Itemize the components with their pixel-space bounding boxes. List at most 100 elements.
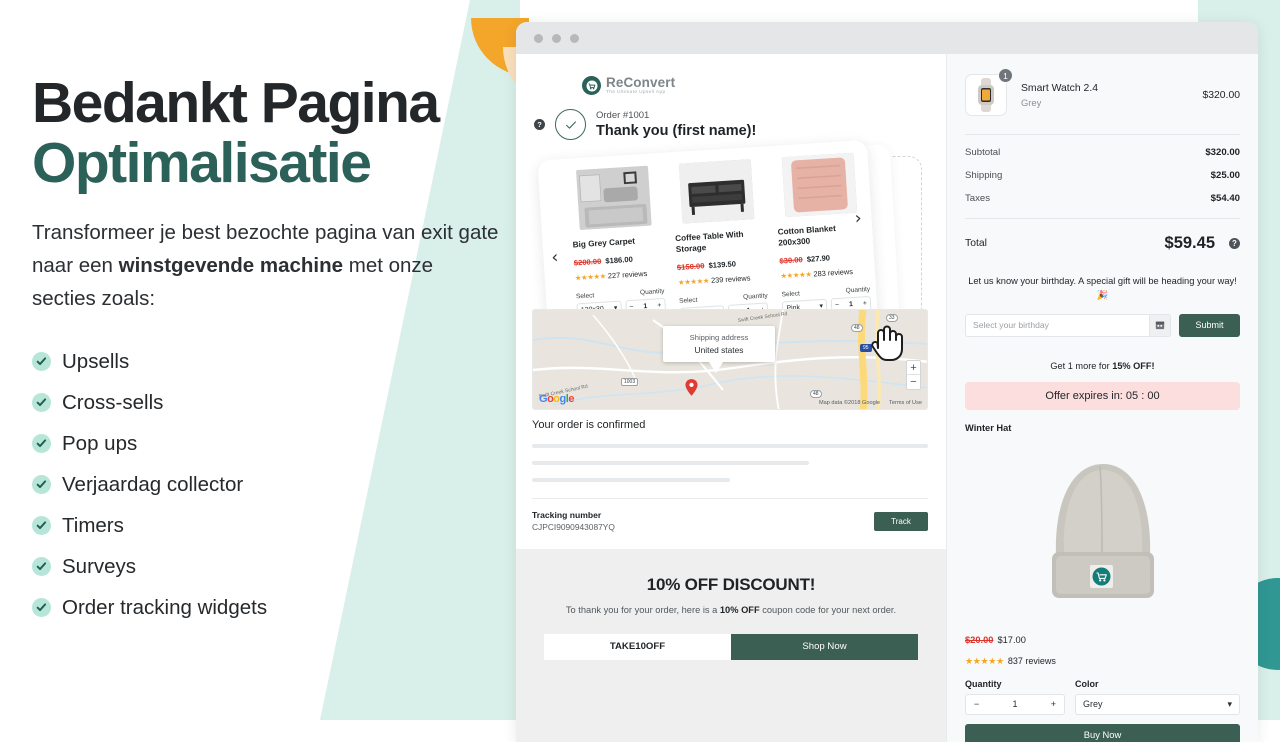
coupon-code[interactable]: TAKE10OFF: [544, 633, 731, 660]
product-title: Big Grey Carpet: [572, 236, 636, 250]
skeleton-line: [532, 478, 730, 482]
quantity-label: Quantity: [742, 292, 768, 301]
divider: [532, 498, 928, 499]
skeleton-line: [532, 461, 810, 465]
quantity-minus[interactable]: −: [974, 699, 979, 709]
select-label: Select: [575, 292, 595, 301]
discount-action-row: TAKE10OFF Shop Now: [544, 633, 918, 660]
product-image-blanket: [781, 153, 857, 218]
google-logo: Google: [539, 393, 574, 405]
birthday-input[interactable]: Select your birthday: [965, 313, 1171, 337]
quantity-badge: 1: [998, 68, 1013, 83]
quantity-plus[interactable]: +: [1051, 699, 1056, 709]
hero-paragraph-bold: winstgevende machine: [118, 253, 344, 277]
map-road-badge: 33: [886, 314, 898, 322]
order-confirmation-block: Your order is confirmed Tracking number …: [532, 419, 928, 532]
discount-title: 10% OFF DISCOUNT!: [646, 575, 816, 594]
tracking-number-value: CJPCI9090943087YQ: [532, 522, 615, 532]
total-help-icon[interactable]: ?: [1229, 238, 1240, 249]
check-icon: [32, 434, 51, 454]
chevron-down-icon: ▾: [1227, 698, 1232, 709]
line-item-variant: Grey: [1021, 96, 1042, 108]
summary-value: $54.40: [1210, 193, 1240, 204]
calendar-icon[interactable]: [1149, 314, 1170, 336]
summary-label: Subtotal: [965, 147, 1001, 158]
window-maximize-dot[interactable]: [570, 33, 579, 43]
tracking-number-label: Tracking number: [532, 510, 602, 520]
order-line-item: 1 Smart Watch 2.4 Grey $320.00: [965, 54, 1240, 116]
divider: [965, 134, 1240, 135]
list-item-label: Timers: [62, 513, 124, 537]
summary-label: Taxes: [965, 193, 991, 204]
check-icon: [32, 475, 51, 495]
map-terms-link[interactable]: Terms of Use: [889, 400, 922, 406]
map-zoom-out-button[interactable]: −: [907, 375, 920, 389]
shipping-address-bubble: Shipping address United states: [663, 326, 775, 362]
discount-sub-part1: To thank you for your order, here is a: [565, 605, 720, 615]
feature-checklist: Upsells Cross-sells Pop ups Verjaardag c…: [32, 341, 502, 628]
window-minimize-dot[interactable]: [552, 33, 561, 43]
shop-now-button[interactable]: Shop Now: [731, 633, 918, 660]
check-icon: [32, 516, 51, 536]
quantity-label: Quantity: [965, 678, 1002, 689]
list-item: Verjaardag collector: [32, 464, 502, 505]
product-rating: ★★★★★227 reviews: [574, 262, 664, 286]
birthday-form: Select your birthday Submit: [965, 313, 1240, 337]
list-item: Upsells: [32, 341, 502, 382]
reconvert-logo-icon: [582, 76, 601, 96]
skeleton-line: [532, 444, 928, 448]
map-credit-text: Map data ©2018 Google: [819, 400, 881, 406]
product-title: Cotton Blanket 200x300: [777, 224, 837, 248]
upsell-promo-text: Get 1 more for 15% OFF!: [965, 361, 1240, 371]
star-rating-icon: ★★★★★: [677, 275, 710, 287]
check-icon: [32, 352, 51, 372]
shipping-address-value: United states: [694, 345, 744, 355]
list-item: Cross-sells: [32, 382, 502, 423]
summary-label: Shipping: [965, 170, 1003, 181]
help-badge-icon[interactable]: ?: [534, 119, 545, 131]
headline-line-1: Bedankt Pagina: [32, 71, 440, 135]
list-item: Pop ups: [32, 423, 502, 464]
map-pin-icon: [685, 379, 698, 396]
summary-total-row: Total $59.45 ?: [965, 234, 1240, 253]
track-button[interactable]: Track: [874, 511, 928, 531]
window-close-dot[interactable]: [534, 33, 543, 43]
map-zoom-controls[interactable]: + −: [906, 360, 921, 390]
summary-row-subtotal: Subtotal $320.00: [965, 147, 1240, 158]
total-label: Total: [965, 238, 987, 249]
map-road-badge: 1003: [621, 378, 639, 386]
summary-value: $25.00: [1210, 170, 1240, 181]
color-select[interactable]: Grey ▾: [1075, 693, 1240, 715]
upsell-price-old: $20.00: [965, 634, 994, 645]
upsell-option-labels: Quantity Color: [965, 679, 1240, 689]
list-item: Order tracking widgets: [32, 587, 502, 628]
map-road-badge: 48: [851, 324, 863, 332]
map-zoom-in-button[interactable]: +: [907, 361, 920, 375]
order-header: ? Order #1001 Thank you (first name)!: [516, 95, 946, 141]
hand-cursor-icon: [871, 325, 903, 361]
quantity-stepper[interactable]: − 1 +: [965, 693, 1065, 715]
line-item-price: $320.00: [1202, 89, 1240, 101]
review-count: 837 reviews: [1007, 655, 1056, 666]
upsell-product-image-winter-hat: [965, 439, 1240, 629]
hero-paragraph: Transformeer je best bezochte pagina van…: [32, 216, 502, 316]
upsell-buy-now-button[interactable]: Buy Now: [965, 723, 1240, 742]
product-image-coffee-table: [678, 159, 755, 224]
list-item: Surveys: [32, 546, 502, 587]
promo-bold: 15% OFF!: [1112, 360, 1155, 371]
check-icon: [32, 557, 51, 577]
submit-button[interactable]: Submit: [1179, 313, 1240, 337]
total-value: $59.45: [1164, 234, 1215, 252]
star-rating-icon: ★★★★★: [965, 655, 1004, 666]
select-label: Select: [678, 296, 698, 305]
divider: [965, 218, 1240, 219]
carousel-prev-button[interactable]: ‹: [551, 248, 559, 268]
list-item: Timers: [32, 505, 502, 546]
summary-row-taxes: Taxes $54.40: [965, 193, 1240, 204]
order-summary-sidebar: 1 Smart Watch 2.4 Grey $320.00 Subtotal …: [946, 54, 1258, 742]
order-confirmed-heading: Your order is confirmed: [532, 419, 646, 431]
product-image-carpet: [576, 165, 652, 231]
bubble-tail: [709, 362, 723, 373]
birthday-input-placeholder: Select your birthday: [973, 320, 1049, 331]
quantity-plus[interactable]: +: [863, 300, 868, 307]
